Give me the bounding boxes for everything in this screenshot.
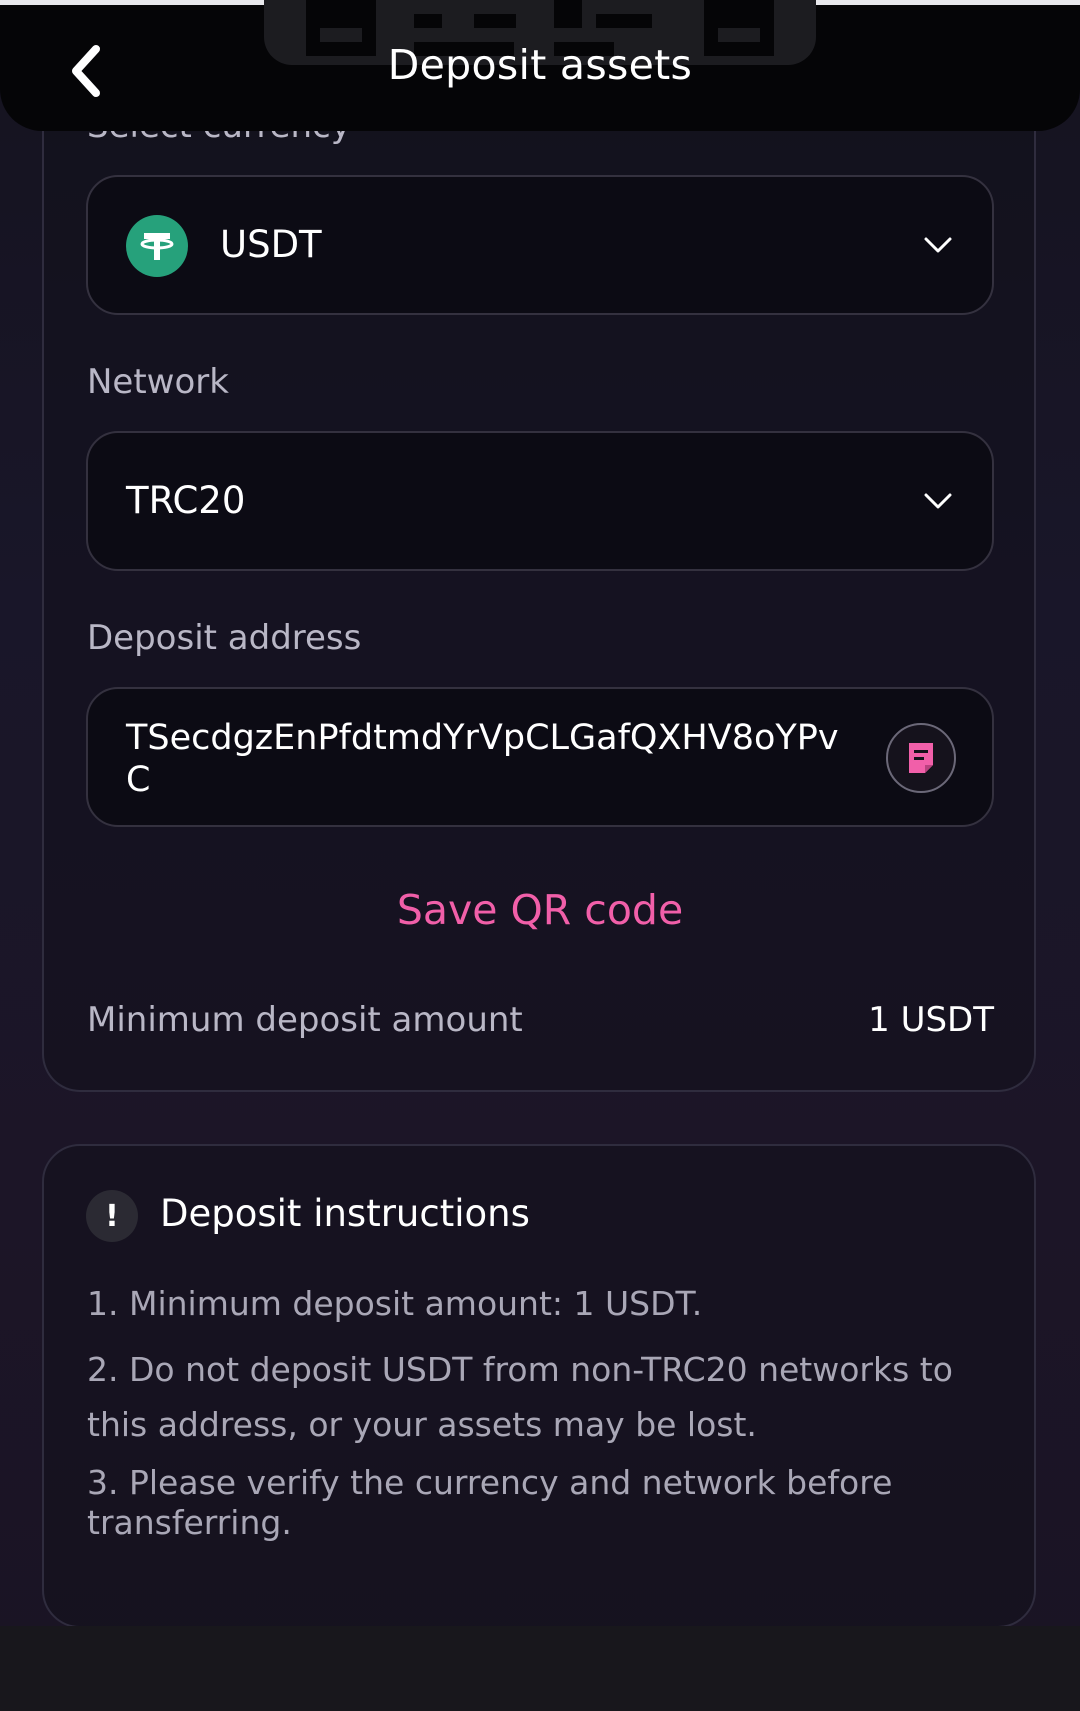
network-label: Network <box>87 362 229 402</box>
deposit-address-value: TSecdgzEnPfdtmdYrVpCLGafQXHV8oYPvC <box>126 718 839 800</box>
instruction-item: 1. Minimum deposit amount: 1 USDT. <box>87 1284 703 1323</box>
page-title: Deposit assets <box>387 41 693 89</box>
chevron-down-icon <box>924 237 952 253</box>
network-select[interactable]: TRC20 <box>86 431 994 571</box>
instructions-list: 1. Minimum deposit amount: 1 USDT. 2. Do… <box>87 1276 987 1554</box>
app-header: Deposit assets <box>0 0 1080 131</box>
copy-address-button[interactable] <box>886 723 956 793</box>
bottom-bar <box>0 1626 1080 1711</box>
instructions-title: Deposit instructions <box>160 1192 530 1235</box>
chevron-down-icon <box>924 493 952 509</box>
minimum-deposit-value: 1 USDT <box>868 1000 994 1040</box>
exclamation-icon: ! <box>86 1190 138 1242</box>
minimum-deposit-label: Minimum deposit amount <box>87 1000 523 1040</box>
copy-icon <box>909 743 933 773</box>
deposit-address-field: TSecdgzEnPfdtmdYrVpCLGafQXHV8oYPvC <box>86 687 994 827</box>
deposit-address-label: Deposit address <box>87 618 362 658</box>
tether-usdt-icon <box>126 215 188 277</box>
instruction-item: 2. Do not deposit USDT from non-TRC20 ne… <box>87 1350 953 1444</box>
currency-select[interactable]: USDT <box>86 175 994 315</box>
instruction-item: 3. Please verify the currency and networ… <box>87 1463 893 1542</box>
save-qr-code-button[interactable]: Save QR code <box>0 886 1080 934</box>
currency-value: USDT <box>220 223 322 266</box>
network-value: TRC20 <box>126 479 246 522</box>
